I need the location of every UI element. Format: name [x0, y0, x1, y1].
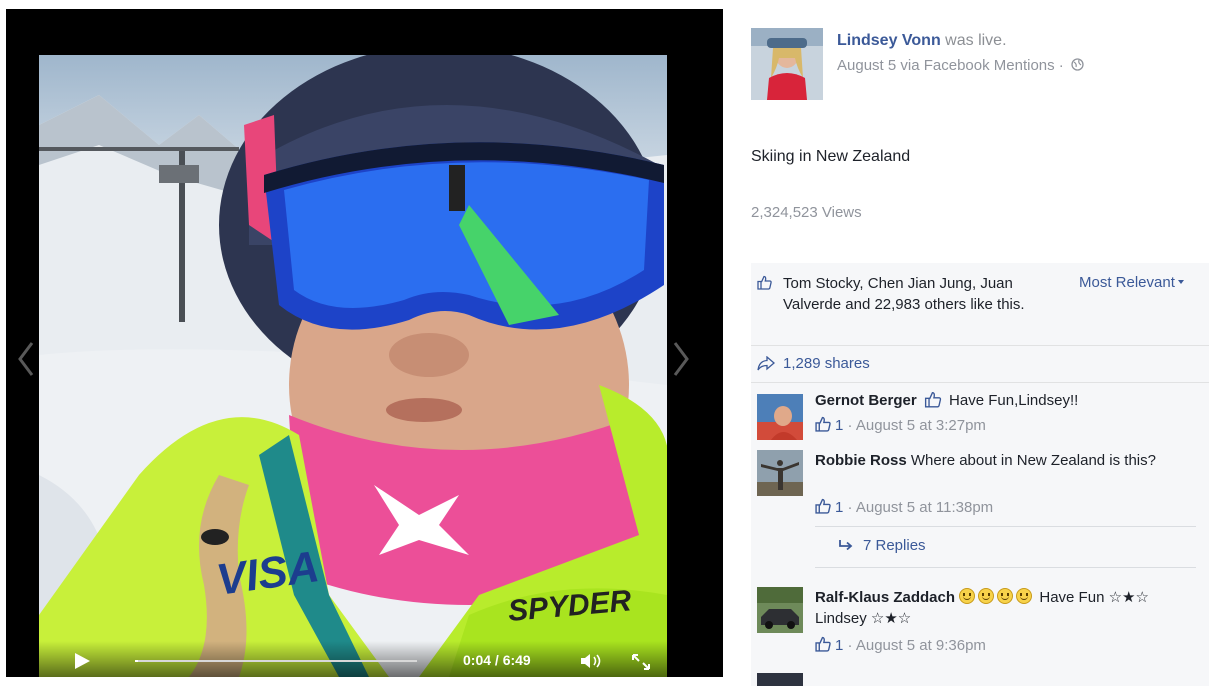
volume-icon[interactable]: [579, 653, 605, 669]
post-header: Lindsey Vonn was live. August 5 via Face…: [751, 28, 1211, 102]
sort-dropdown[interactable]: Most Relevant: [1079, 274, 1184, 291]
fullscreen-icon[interactable]: [631, 653, 651, 671]
author-avatar[interactable]: [751, 28, 823, 100]
comment-item: Robbie Ross Where about in New Zealand i…: [751, 446, 1209, 576]
divider: [815, 526, 1196, 527]
like-thumb-icon: [757, 275, 772, 290]
like-thumb-icon[interactable]: [815, 416, 831, 432]
post-date-source[interactable]: August 5 via Facebook Mentions ·: [837, 57, 1068, 74]
view-replies-link[interactable]: 7 Replies: [839, 537, 926, 554]
divider: [815, 567, 1196, 568]
commenter-name[interactable]: Ralf-Klaus Zaddach: [815, 589, 955, 606]
feedback-panel: Tom Stocky, Chen Jian Jung, Juan Valverd…: [751, 263, 1209, 686]
comment-avatar[interactable]: [757, 450, 803, 496]
shares-link[interactable]: 1,289 shares: [783, 355, 870, 372]
video-player[interactable]: VISA SPYDER 0:04 / 6:49: [6, 9, 723, 677]
like-thumb-icon: [924, 392, 942, 408]
comment-text: Have Fun,Lindsey!!: [949, 392, 1079, 409]
smile-emoji-icon: [959, 588, 976, 604]
post-caption: Skiing in New Zealand: [751, 148, 911, 165]
reply-arrow-icon: [839, 540, 853, 550]
likes-text[interactable]: Tom Stocky, Chen Jian Jung, Juan Valverd…: [783, 273, 1053, 315]
smile-emoji-icon: [1016, 588, 1033, 604]
comment-body: Robbie Ross Where about in New Zealand i…: [815, 450, 1195, 471]
comment-item: Ralf-Klaus Zaddach Have Fun ☆★☆ Lindsey …: [751, 583, 1209, 663]
comment-timestamp[interactable]: · August 5 at 9:36pm: [843, 637, 986, 654]
commenter-name[interactable]: Gernot Berger: [815, 392, 917, 409]
comment-meta: 1 · August 5 at 3:27pm: [815, 416, 986, 434]
globe-icon[interactable]: [1071, 58, 1084, 71]
shares-row: 1,289 shares: [751, 346, 1209, 383]
share-arrow-icon: [757, 356, 775, 371]
comment-item: Gernot Berger Have Fun,Lindsey!! 1 · Aug…: [751, 388, 1209, 444]
comment-timestamp[interactable]: · August 5 at 3:27pm: [843, 417, 986, 434]
comment-body: Ralf-Klaus Zaddach Have Fun ☆★☆ Lindsey …: [815, 587, 1195, 629]
smile-emoji-icon: [978, 588, 995, 604]
author-line: Lindsey Vonn was live.: [837, 32, 1007, 50]
comment-avatar[interactable]: [757, 394, 803, 440]
author-name-link[interactable]: Lindsey Vonn: [837, 32, 941, 49]
post-meta: August 5 via Facebook Mentions ·: [837, 57, 1084, 74]
like-thumb-icon[interactable]: [815, 498, 831, 514]
comment-body: Gernot Berger Have Fun,Lindsey!!: [815, 390, 1195, 411]
previous-arrow-icon[interactable]: [14, 339, 38, 379]
replies-label: 7 Replies: [863, 537, 926, 554]
play-icon[interactable]: [75, 653, 90, 669]
view-count: 2,324,523 Views: [751, 204, 862, 221]
caret-down-icon: [1177, 280, 1184, 284]
video-controls: 0:04 / 6:49: [39, 641, 667, 677]
time-display: 0:04 / 6:49: [463, 652, 531, 668]
video-frame[interactable]: VISA SPYDER: [39, 55, 667, 677]
comment-text: Where about in New Zealand is this?: [910, 452, 1156, 469]
video-still-image: VISA SPYDER: [39, 55, 667, 677]
comment-meta: 1 · August 5 at 9:36pm: [815, 636, 986, 654]
progress-fill: [135, 660, 138, 662]
comment-avatar[interactable]: [757, 587, 803, 633]
like-thumb-icon[interactable]: [815, 636, 831, 652]
comment-avatar-partial[interactable]: [757, 673, 803, 686]
commenter-name[interactable]: Robbie Ross: [815, 452, 907, 469]
progress-bar[interactable]: [135, 660, 417, 662]
likes-summary: Tom Stocky, Chen Jian Jung, Juan Valverd…: [751, 263, 1209, 346]
live-status-text: was live.: [940, 32, 1007, 49]
comment-meta: 1 · August 5 at 11:38pm: [815, 498, 993, 516]
next-arrow-icon[interactable]: [669, 339, 693, 379]
smile-emoji-icon: [997, 588, 1014, 604]
comment-timestamp[interactable]: · August 5 at 11:38pm: [843, 499, 994, 516]
sort-label: Most Relevant: [1079, 274, 1175, 291]
